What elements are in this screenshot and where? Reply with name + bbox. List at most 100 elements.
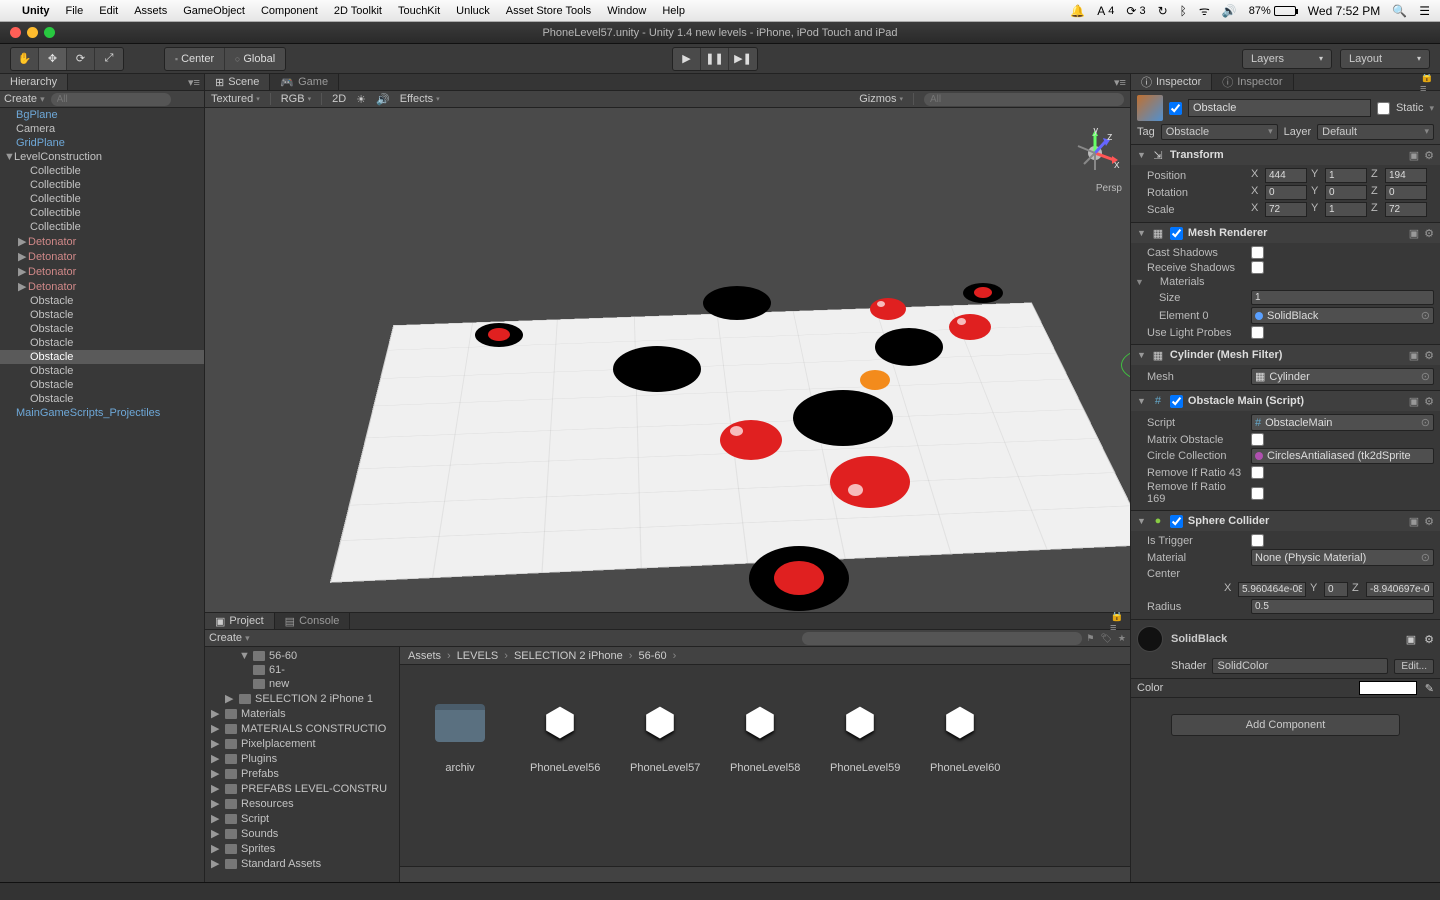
scene-tab[interactable]: ⊞ Scene [205,74,270,90]
hierarchy-item[interactable]: Obstacle [0,392,204,406]
component-help-icon[interactable]: ▣ [1409,395,1419,408]
inspector-tab-2[interactable]: ⓘ Inspector [1212,74,1293,90]
search-filter-type-icon[interactable]: 🏷 [1100,633,1111,644]
status-volume-icon[interactable]: 🔊 [1222,4,1237,18]
breadcrumb-item[interactable]: 56-60 [638,650,666,662]
gameobject-icon[interactable] [1137,95,1163,121]
play-button-icon[interactable]: ▶ [673,48,701,70]
project-tree-item[interactable]: ▶Prefabs [205,766,399,781]
component-menu-icon[interactable]: ⚙ [1424,395,1434,408]
projection-label[interactable]: Persp [1096,183,1122,194]
menu-edit[interactable]: Edit [99,5,118,17]
script-enabled-checkbox[interactable] [1170,395,1183,408]
rotation-z-field[interactable] [1385,185,1427,200]
physic-material-field[interactable]: None (Physic Material)⊙ [1251,549,1434,566]
hierarchy-item[interactable]: Obstacle [0,364,204,378]
rotate-tool-icon[interactable]: ⟳ [67,48,95,70]
status-battery[interactable]: 87% [1249,5,1296,17]
scene-view[interactable]: y z x Persp [205,108,1130,612]
project-tree-item[interactable]: ▼56-60 [205,649,399,663]
mesh-renderer-enabled-checkbox[interactable] [1170,227,1183,240]
shader-dropdown[interactable]: SolidColor [1212,658,1388,674]
position-x-field[interactable] [1265,168,1307,183]
effects-dropdown[interactable]: Effects▾ [400,93,440,105]
menu-2dtoolkit[interactable]: 2D Toolkit [334,5,382,17]
close-window-button[interactable] [10,27,21,38]
game-tab[interactable]: 🎮 Game [270,74,339,90]
hierarchy-item[interactable]: MainGameScripts_Projectiles [0,406,204,420]
selected-obstacle-gizmo[interactable] [1121,348,1130,388]
collider-enabled-checkbox[interactable] [1170,515,1183,528]
light-probes-checkbox[interactable] [1251,326,1264,339]
materials-element0-field[interactable]: SolidBlack⊙ [1251,307,1434,324]
hierarchy-item[interactable]: Camera [0,122,204,136]
status-bluetooth-icon[interactable]: ᛒ [1180,4,1187,18]
circle-collection-field[interactable]: CirclesAntialiased (tk2dSprite [1251,448,1434,464]
project-breadcrumb[interactable]: Assets› LEVELS› SELECTION 2 iPhone› 56-6… [400,647,1130,665]
receive-shadows-checkbox[interactable] [1251,261,1264,274]
scale-tool-icon[interactable]: ⤢ [95,48,123,70]
gizmos-dropdown[interactable]: Gizmos▾ [859,93,903,105]
center-z-field[interactable] [1366,582,1434,597]
component-menu-icon[interactable]: ⚙ [1424,227,1434,240]
pivot-toggle[interactable]: ▪ Center [165,48,225,70]
remove-ratio-43-checkbox[interactable] [1251,466,1264,479]
hierarchy-tab-menu-icon[interactable]: ▾≡ [184,74,204,90]
hand-tool-icon[interactable]: ✋ [11,48,39,70]
project-tree-item[interactable]: ▶Standard Assets [205,856,399,871]
scene-tab-menu-icon[interactable]: ▾≡ [1110,74,1130,90]
menu-gameobject[interactable]: GameObject [183,5,245,17]
pause-button-icon[interactable]: ❚❚ [701,48,729,70]
menu-touchkit[interactable]: TouchKit [398,5,440,17]
menu-window[interactable]: Window [607,5,646,17]
project-create-dropdown[interactable]: Create ▾ [209,632,250,644]
project-tab-menu-icon[interactable]: 🔒 ≡ [1110,613,1130,629]
position-y-field[interactable] [1325,168,1367,183]
hierarchy-item[interactable]: ▶Detonator [0,264,204,279]
tag-dropdown[interactable]: Obstacle▾ [1161,124,1278,140]
step-button-icon[interactable]: ▶❚ [729,48,757,70]
position-z-field[interactable] [1385,168,1427,183]
project-asset[interactable]: ⬢PhoneLevel58 [730,695,790,774]
radius-field[interactable] [1251,599,1434,614]
hierarchy-item[interactable]: Obstacle [0,294,204,308]
project-tree-item[interactable]: new [205,677,399,691]
project-tree-item[interactable]: ▶PREFABS LEVEL-CONSTRU [205,781,399,796]
remove-ratio-169-checkbox[interactable] [1251,487,1264,500]
breadcrumb-item[interactable]: SELECTION 2 iPhone [514,650,623,662]
project-search-input[interactable] [802,632,1082,645]
minimize-window-button[interactable] [27,27,38,38]
hierarchy-item[interactable]: Collectible [0,178,204,192]
component-help-icon[interactable]: ▣ [1409,149,1419,162]
component-menu-icon[interactable]: ⚙ [1424,633,1434,646]
static-checkbox[interactable] [1377,102,1390,115]
hierarchy-tab[interactable]: Hierarchy [0,74,68,90]
hierarchy-item[interactable]: ▶Detonator [0,249,204,264]
obstacle-script-header[interactable]: ▼# Obstacle Main (Script) ▣ ⚙ [1131,391,1440,411]
breadcrumb-item[interactable]: LEVELS [457,650,499,662]
hierarchy-item[interactable]: ▼LevelConstruction [0,150,204,164]
hierarchy-item[interactable]: GridPlane [0,136,204,150]
component-menu-icon[interactable]: ⚙ [1424,349,1434,362]
project-asset[interactable]: ⬢PhoneLevel60 [930,695,990,774]
hierarchy-item[interactable]: Obstacle [0,336,204,350]
light-toggle-icon[interactable]: ☀ [356,93,366,106]
project-tree-item[interactable]: ▶Sounds [205,826,399,841]
hierarchy-item[interactable]: Collectible [0,164,204,178]
layers-dropdown[interactable]: Layers▾ [1242,49,1332,69]
project-tab[interactable]: ▣ Project [205,613,275,629]
scale-y-field[interactable] [1325,202,1367,217]
mesh-filter-header[interactable]: ▼▦ Cylinder (Mesh Filter) ▣ ⚙ [1131,345,1440,365]
materials-size-field[interactable] [1251,290,1434,305]
shading-mode-dropdown[interactable]: Textured▾ [211,93,260,105]
hierarchy-item[interactable]: BgPlane [0,108,204,122]
project-tree-item[interactable]: ▶Sprites [205,841,399,856]
material-preview-icon[interactable] [1137,626,1163,652]
project-tree-item[interactable]: 61- [205,663,399,677]
search-filter-save-icon[interactable]: ★ [1118,633,1126,644]
project-folder-tree[interactable]: ▼56-6061-new▶SELECTION 2 iPhone 1▶Materi… [205,647,400,882]
shader-edit-button[interactable]: Edit... [1394,659,1434,674]
rotation-y-field[interactable] [1325,185,1367,200]
menu-help[interactable]: Help [662,5,685,17]
static-dropdown-icon[interactable]: ▾ [1429,103,1434,114]
